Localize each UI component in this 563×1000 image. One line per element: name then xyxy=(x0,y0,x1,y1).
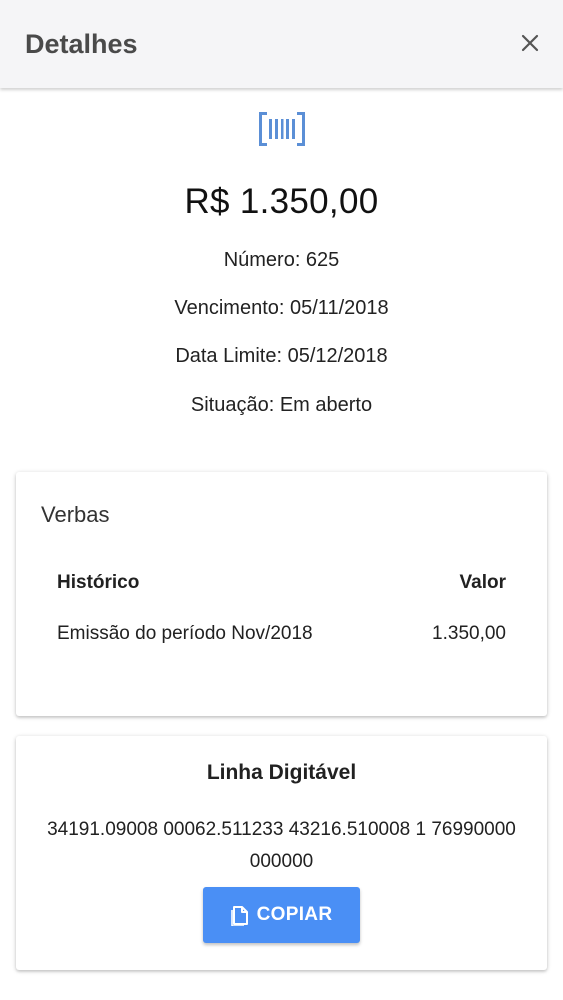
barcode-icon xyxy=(259,112,305,146)
linha-digitavel-title: Linha Digitável xyxy=(206,761,357,784)
data-limite-text: Data Limite: 05/12/2018 xyxy=(175,345,388,367)
verbas-title: Verbas xyxy=(41,502,110,527)
copy-icon xyxy=(230,906,248,926)
close-button[interactable] xyxy=(513,26,547,60)
copy-button[interactable]: COPIAR xyxy=(203,887,360,943)
table-cell-historico: Emissão do período Nov/2018 xyxy=(57,623,313,644)
situacao-text: Situação: Em aberto xyxy=(190,394,373,416)
column-header-historico: Histórico xyxy=(57,572,140,593)
copy-button-label: COPIAR xyxy=(256,904,333,925)
column-header-valor: Valor xyxy=(459,572,506,593)
app-header: Detalhes xyxy=(0,0,563,88)
vencimento-text: Vencimento: 05/11/2018 xyxy=(174,297,389,319)
total-amount: R$ 1.350,00 xyxy=(184,182,379,221)
linha-digitavel-code: 34191.09008 00062.511233 43216.510008 1 … xyxy=(47,819,516,872)
verbas-card: Verbas Histórico Valor Emissão do períod… xyxy=(16,472,547,716)
page-title: Detalhes xyxy=(25,29,138,59)
numero-text: Número: 625 xyxy=(223,249,340,271)
linha-digitavel-card: Linha Digitável 34191.09008 00062.511233… xyxy=(16,736,547,970)
table-cell-valor: 1.350,00 xyxy=(432,623,506,644)
close-icon xyxy=(521,34,539,52)
